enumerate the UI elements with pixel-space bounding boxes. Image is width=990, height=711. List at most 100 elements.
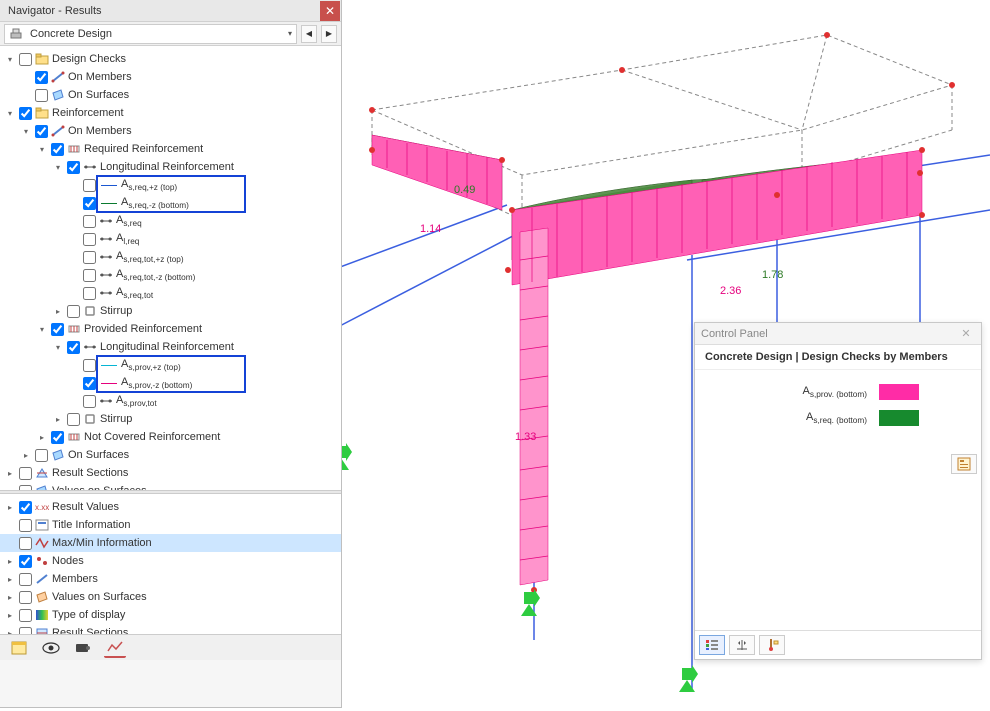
tree-item[interactable]: Result Sections (0, 624, 341, 634)
tab-data-button[interactable] (8, 638, 30, 658)
visibility-checkbox[interactable] (83, 395, 96, 408)
tree-item[interactable]: Stirrup (0, 410, 341, 428)
expander-icon[interactable] (36, 433, 48, 442)
expander-icon[interactable] (20, 451, 32, 460)
control-panel-tab-factor-button[interactable] (729, 635, 755, 655)
visibility-checkbox[interactable] (51, 323, 64, 336)
expander-icon[interactable] (4, 575, 16, 584)
visibility-checkbox[interactable] (83, 233, 96, 246)
tree-item[interactable]: Provided Reinforcement (0, 320, 341, 338)
navigator-tree[interactable]: Design ChecksOn MembersOn SurfacesReinfo… (0, 46, 341, 490)
expander-icon[interactable] (4, 55, 16, 64)
navigator-close-button[interactable]: ✕ (320, 1, 340, 21)
navigator-options-tree[interactable]: x.xxResult ValuesTitle InformationMax/Mi… (0, 494, 341, 634)
tree-item[interactable]: Reinforcement (0, 104, 341, 122)
visibility-checkbox[interactable] (51, 431, 64, 444)
tree-item[interactable]: x.xxResult Values (0, 498, 341, 516)
tree-item[interactable]: Design Checks (0, 50, 341, 68)
tab-views-button[interactable] (72, 638, 94, 658)
expander-icon[interactable] (52, 307, 64, 316)
control-panel-tab-list-button[interactable] (699, 635, 725, 655)
visibility-checkbox[interactable] (83, 251, 96, 264)
visibility-checkbox[interactable] (19, 555, 32, 568)
tree-item[interactable]: Longitudinal Reinforcement (0, 338, 341, 356)
nav-prev-button[interactable]: ◀ (301, 25, 317, 43)
tree-item[interactable]: As,prov,tot (0, 392, 341, 410)
visibility-checkbox[interactable] (19, 609, 32, 622)
visibility-checkbox[interactable] (35, 449, 48, 462)
visibility-checkbox[interactable] (19, 107, 32, 120)
tree-item[interactable]: As,req,tot,+z (top) (0, 248, 341, 266)
tree-item[interactable]: On Members (0, 68, 341, 86)
visibility-checkbox[interactable] (35, 89, 48, 102)
visibility-checkbox[interactable] (19, 53, 32, 66)
tree-item[interactable]: Values on Surfaces (0, 482, 341, 490)
visibility-checkbox[interactable] (67, 161, 80, 174)
expander-icon[interactable] (4, 503, 16, 512)
visibility-checkbox[interactable] (83, 179, 96, 192)
expander-icon[interactable] (4, 469, 16, 478)
tree-item[interactable]: Nodes (0, 552, 341, 570)
tree-item[interactable]: As,req,tot (0, 284, 341, 302)
tree-item-label: Provided Reinforcement (84, 323, 202, 335)
expander-icon[interactable] (4, 611, 16, 620)
expander-icon[interactable] (52, 163, 64, 172)
visibility-checkbox[interactable] (35, 125, 48, 138)
tree-item[interactable]: As,prov,-z (bottom) (0, 374, 341, 392)
control-panel-titlebar[interactable]: Control Panel ✕ (695, 323, 981, 345)
tree-item[interactable]: Title Information (0, 516, 341, 534)
visibility-checkbox[interactable] (67, 413, 80, 426)
control-panel-close-button[interactable]: ✕ (957, 326, 975, 342)
tree-item[interactable]: Result Sections (0, 464, 341, 482)
expander-icon[interactable] (20, 127, 32, 136)
tab-results-button[interactable] (104, 638, 126, 658)
expander-icon[interactable] (36, 145, 48, 154)
visibility-checkbox[interactable] (83, 377, 96, 390)
expander-icon[interactable] (4, 593, 16, 602)
visibility-checkbox[interactable] (83, 287, 96, 300)
tree-item[interactable]: Values on Surfaces (0, 588, 341, 606)
tree-item[interactable]: As,req,-z (bottom) (0, 194, 341, 212)
visibility-checkbox[interactable] (51, 143, 64, 156)
tree-item[interactable]: Members (0, 570, 341, 588)
visibility-checkbox[interactable] (19, 573, 32, 586)
expander-icon[interactable] (4, 109, 16, 118)
visibility-checkbox[interactable] (19, 485, 32, 491)
visibility-checkbox[interactable] (83, 359, 96, 372)
visibility-checkbox[interactable] (83, 197, 96, 210)
tree-item[interactable]: As,req (0, 212, 341, 230)
visibility-checkbox[interactable] (67, 305, 80, 318)
tree-item[interactable]: Stirrup (0, 302, 341, 320)
visibility-checkbox[interactable] (19, 591, 32, 604)
visibility-checkbox[interactable] (19, 627, 32, 635)
control-panel-properties-button[interactable] (951, 454, 977, 474)
tree-item[interactable]: Type of display (0, 606, 341, 624)
visibility-checkbox[interactable] (19, 519, 32, 532)
visibility-checkbox[interactable] (35, 71, 48, 84)
visibility-checkbox[interactable] (67, 341, 80, 354)
tree-item[interactable]: Required Reinforcement (0, 140, 341, 158)
visibility-checkbox[interactable] (83, 215, 96, 228)
nav-next-button[interactable]: ▶ (321, 25, 337, 43)
visibility-checkbox[interactable] (83, 269, 96, 282)
visibility-checkbox[interactable] (19, 501, 32, 514)
expander-icon[interactable] (52, 415, 64, 424)
tree-item[interactable]: Longitudinal Reinforcement (0, 158, 341, 176)
tree-item[interactable]: As,req,+z (top) (0, 176, 341, 194)
visibility-checkbox[interactable] (19, 467, 32, 480)
tree-item[interactable]: On Members (0, 122, 341, 140)
tree-item[interactable]: As,prov,+z (top) (0, 356, 341, 374)
expander-icon[interactable] (36, 325, 48, 334)
tab-display-button[interactable] (40, 638, 62, 658)
tree-item[interactable]: Not Covered Reinforcement (0, 428, 341, 446)
control-panel-tab-filter-button[interactable] (759, 635, 785, 655)
tree-item[interactable]: On Surfaces (0, 86, 341, 104)
tree-item[interactable]: On Surfaces (0, 446, 341, 464)
expander-icon[interactable] (4, 557, 16, 566)
tree-item[interactable]: Max/Min Information (0, 534, 341, 552)
tree-item[interactable]: As,req,tot,-z (bottom) (0, 266, 341, 284)
visibility-checkbox[interactable] (19, 537, 32, 550)
expander-icon[interactable] (52, 343, 64, 352)
navigator-category-dropdown[interactable]: Concrete Design ▾ (4, 24, 297, 44)
tree-item[interactable]: Al,req (0, 230, 341, 248)
